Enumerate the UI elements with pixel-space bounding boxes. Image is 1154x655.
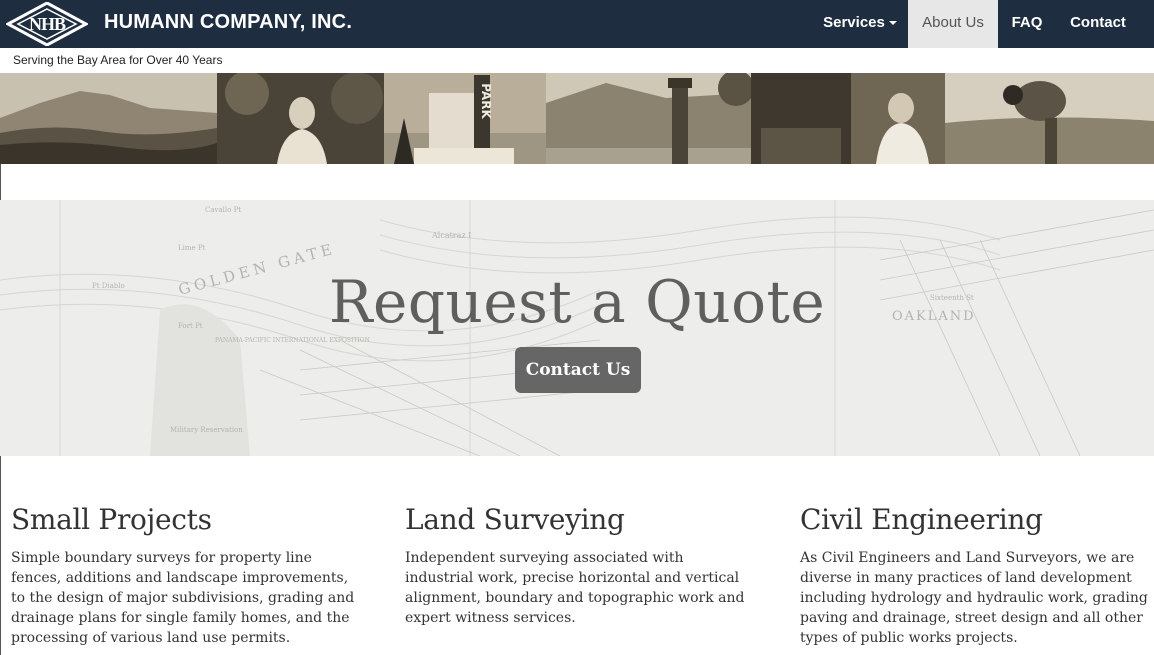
map-label-military-res: Military Reservation [170,426,243,434]
photo-strip: PARK [0,73,1154,164]
land-surveying-text: Independent surveying associated with in… [405,550,745,626]
civil-engineering-text: As Civil Engineers and Land Surveyors, w… [800,550,1148,646]
map-label-lime-pt: Lime Pt [178,244,206,252]
nav-services-label: Services [823,14,885,31]
small-projects-text: Simple boundary surveys for property lin… [11,550,355,646]
tagline: Serving the Bay Area for Over 40 Years [13,53,223,67]
nav-about-us[interactable]: About Us [908,0,998,48]
contact-us-button[interactable]: Contact Us [515,347,641,393]
civil-engineering-heading: Civil Engineering [800,503,1043,536]
photo-binoculars [945,73,1154,164]
park-sign-text: PARK [479,83,493,119]
photo-person-outdoors [217,73,384,164]
map-label-expo: PANAMA-PACIFIC INTERNATIONAL EXPOSITION [215,337,370,344]
logo-letters: NHB [29,14,66,34]
column-civil-engineering: Civil Engineering As Civil Engineers and… [800,503,1150,648]
photo-park-theater: PARK [384,73,546,164]
map-label-cavallo-pt: Cavallo Pt [205,206,241,214]
photo-water-tower [546,73,751,164]
company-name[interactable]: HUMANN COMPANY, INC. [104,11,352,34]
map-label-alcatraz: Alcatraz I [431,231,471,240]
hero-map-banner: GOLDEN GATE OAKLAND Alcatraz I PANAMA-PA… [0,200,1154,456]
nav-contact-label: Contact [1070,14,1126,31]
photo-engineer-at-desk [751,73,945,164]
nav-services[interactable]: Services [812,0,908,48]
column-small-projects: Small Projects Simple boundary surveys f… [11,503,361,648]
nav-contact[interactable]: Contact [1056,0,1140,48]
top-navbar: NHB HUMANN COMPANY, INC. Services About … [0,0,1154,48]
nav-faq[interactable]: FAQ [998,0,1056,48]
company-logo[interactable]: NHB [6,2,88,46]
land-surveying-heading: Land Surveying [405,503,625,536]
photo-hills [0,73,217,164]
dropdown-caret-icon [888,21,897,26]
column-land-surveying: Land Surveying Independent surveying ass… [405,503,755,628]
nav-faq-label: FAQ [1011,14,1043,31]
small-projects-heading: Small Projects [11,503,212,536]
nav-about-label: About Us [922,14,984,31]
hero-title: Request a Quote [328,268,826,336]
